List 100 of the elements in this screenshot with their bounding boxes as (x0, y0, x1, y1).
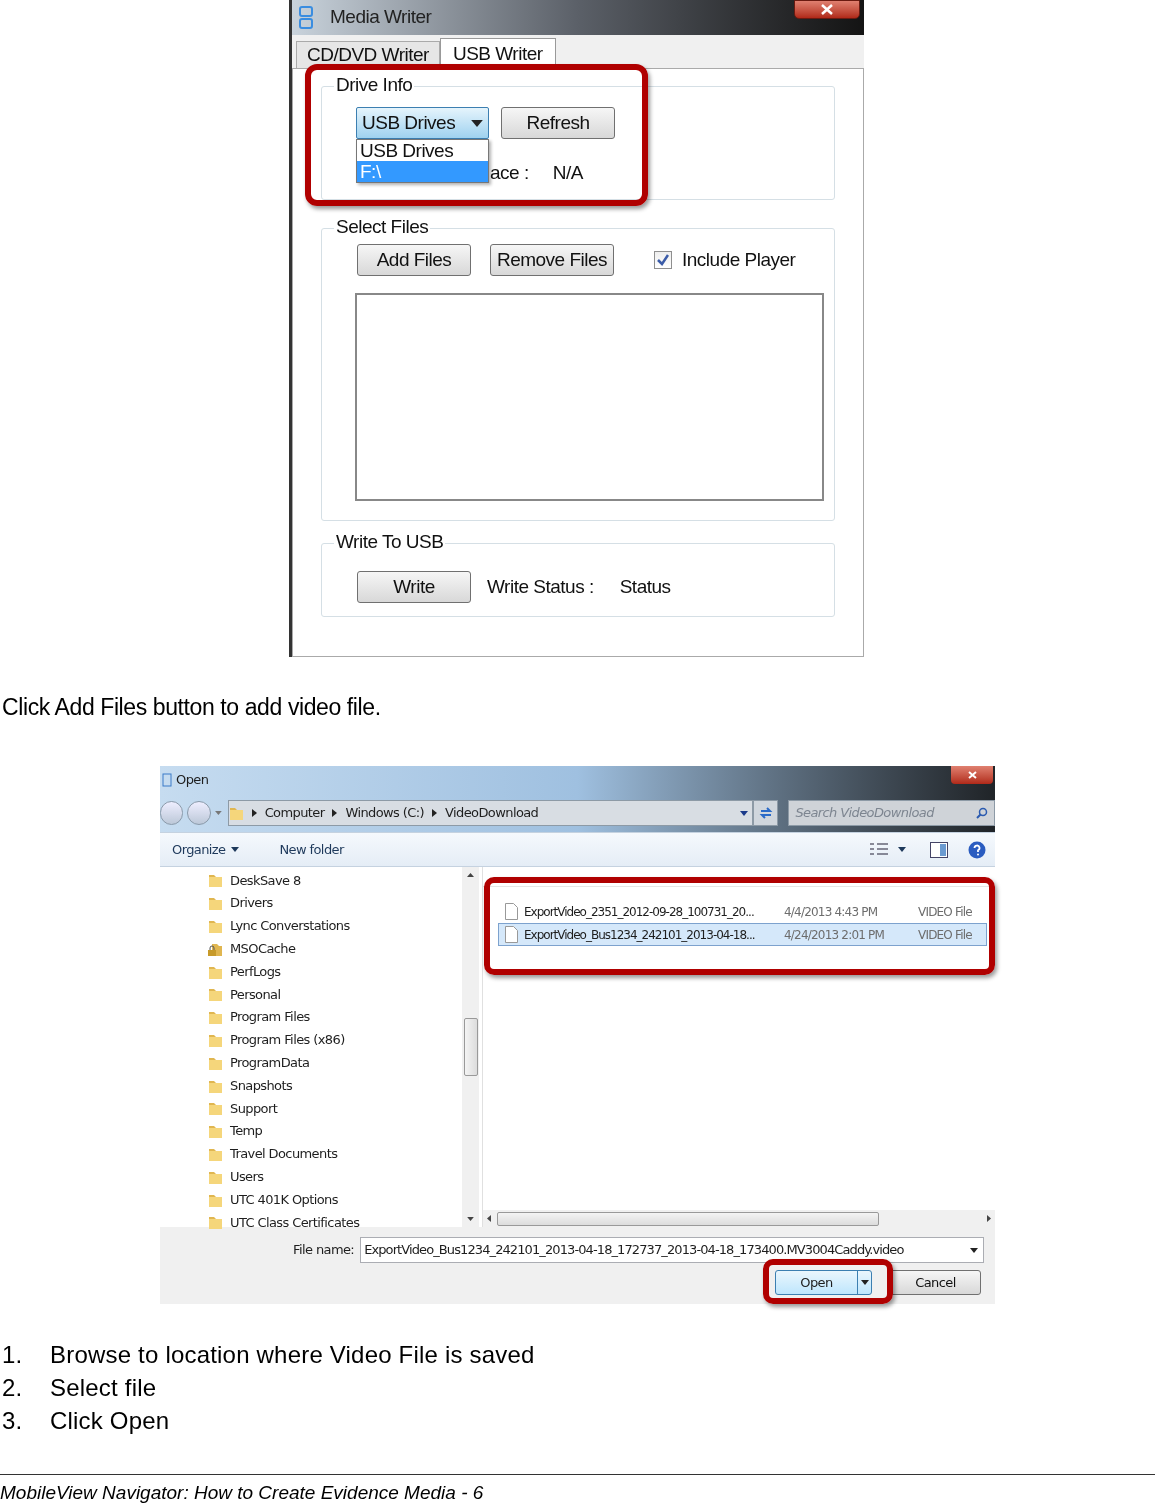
history-caret-icon (214, 811, 222, 815)
folder-icon (208, 1214, 223, 1231)
folder-name: Users (230, 1168, 264, 1186)
new-folder-button[interactable]: New folder (279, 839, 344, 860)
refresh-icon (758, 806, 773, 820)
step-text: Browse to location where Video File is saved (50, 1341, 535, 1368)
folder-item[interactable]: PerfLogs (208, 960, 462, 983)
folder-item[interactable]: Program Files (208, 1005, 462, 1029)
folder-icon (208, 1123, 223, 1140)
checkbox-label: Include Player (682, 247, 796, 272)
view-list-icon (870, 843, 888, 856)
folder-name: DeskSave 8 (230, 871, 301, 890)
folder-item[interactable]: Lync Converstations (208, 914, 462, 938)
folder-icon (228, 805, 244, 821)
folder-item[interactable]: Temp (208, 1119, 462, 1143)
dropdown-option[interactable]: USB Drives (357, 140, 488, 161)
folder-item[interactable]: DeskSave 8 (208, 869, 462, 892)
scroll-left-icon (487, 1215, 491, 1222)
close-button[interactable] (951, 766, 993, 784)
folder-name: Travel Documents (230, 1145, 338, 1164)
scrollbar-thumb[interactable] (463, 1018, 478, 1076)
refresh-button[interactable]: Refresh (501, 107, 615, 139)
folder-item[interactable]: UTC 401K Options (208, 1188, 462, 1211)
file-date: 4/4/2013 4:43 PM (784, 903, 879, 921)
breadcrumb-item[interactable]: Windows (C:) (345, 803, 425, 823)
close-button[interactable] (794, 0, 860, 19)
dialog-title: Open (176, 771, 209, 790)
file-type: VIDEO File (918, 926, 973, 944)
refresh-button[interactable] (753, 800, 779, 826)
folder-item[interactable]: Users (208, 1165, 462, 1189)
folder-item[interactable]: Program Files (x86) (208, 1028, 462, 1052)
caret-icon (231, 847, 240, 852)
folder-name: ProgramData (230, 1054, 310, 1072)
step-number: 1. (1, 1341, 24, 1368)
write-button[interactable]: Write (357, 571, 471, 603)
folder-name: Personal (230, 985, 281, 1004)
step-text: Select file (50, 1374, 157, 1401)
file-row[interactable]: ExportVideo_Bus1234_242101_2013-04-18... 4/24/2013 2:01 PM VIDEO File (498, 923, 987, 946)
folder-name: UTC 401K Options (230, 1190, 338, 1209)
horizontal-scrollbar[interactable] (483, 1210, 995, 1227)
folder-item[interactable]: Personal (208, 983, 462, 1006)
folder-item[interactable]: Support (208, 1096, 462, 1120)
forward-button[interactable] (187, 801, 211, 825)
folder-name: UTC Class Certificates (230, 1213, 360, 1232)
folder-item[interactable]: ProgramData (208, 1051, 462, 1075)
caret-icon (970, 1247, 979, 1253)
file-name-field[interactable]: ExportVideo_Bus1234_242101_2013-04-18_172737_2013-04-18_173400.MV3004Caddy.video (360, 1237, 985, 1263)
scrollbar-thumb[interactable] (497, 1211, 879, 1226)
breadcrumb-item[interactable]: VideoDownload (445, 803, 539, 823)
file-name-value: ExportVideo_Bus1234_242101_2013-04-18_172737_2013-04-18_173400.MV3004Caddy.video (364, 1241, 904, 1260)
checkbox[interactable] (654, 251, 672, 269)
step-number: 3. (1, 1407, 24, 1434)
write-status-value: Status (619, 574, 671, 599)
view-button[interactable] (870, 843, 906, 856)
file-row[interactable]: ExportVideo_2351_2012-09-28_100731_20... 4/4/2013 4:43 PM VIDEO File (498, 900, 987, 923)
free-space-value: N/A (552, 161, 583, 185)
folder-icon (208, 872, 223, 889)
folder-item[interactable]: Drivers (208, 891, 462, 915)
free-space-label: ace : (490, 161, 529, 185)
vertical-scrollbar[interactable] (462, 867, 479, 1227)
folder-name: MSOCache (230, 940, 296, 959)
breadcrumb-item[interactable]: Computer (264, 803, 325, 823)
close-icon (821, 4, 833, 15)
folder-item[interactable]: UTC Class Certificates (208, 1210, 462, 1234)
folder-name: Program Files (230, 1008, 310, 1027)
step-number: 2. (1, 1374, 24, 1401)
folder-icon (208, 918, 223, 934)
address-bar[interactable]: Computer Windows (C:) VideoDownload (227, 800, 754, 826)
help-button[interactable] (968, 840, 986, 859)
folder-name: Drivers (230, 894, 273, 913)
back-button[interactable] (160, 801, 184, 825)
checkmark-icon (657, 254, 669, 266)
action-button[interactable]: Add Files (357, 244, 471, 276)
folder-name: Support (230, 1099, 278, 1118)
close-icon (967, 771, 977, 779)
action-button[interactable]: Remove Files (490, 244, 614, 276)
app-icon (162, 773, 172, 787)
cancel-button[interactable]: Cancel (890, 1270, 981, 1295)
caret-icon (898, 847, 906, 852)
dropdown[interactable]: USB Drives (356, 107, 489, 139)
file-date: 4/24/2013 2:01 PM (784, 926, 886, 944)
dropdown-caret-icon (740, 810, 749, 816)
folder-item[interactable]: Snapshots (208, 1074, 462, 1097)
write-status-label: Write Status : (487, 574, 594, 599)
scroll-up-icon (467, 873, 474, 877)
file-icon (505, 903, 518, 920)
scroll-down-icon (467, 1217, 474, 1221)
preview-pane-button[interactable] (930, 841, 948, 858)
folder-name: Program Files (x86) (230, 1031, 345, 1050)
folder-item[interactable]: Travel Documents (208, 1142, 462, 1166)
folder-icon (208, 1100, 223, 1117)
search-icon (976, 807, 988, 819)
file-name: ExportVideo_Bus1234_242101_2013-04-18... (524, 926, 755, 944)
folder-name: PerfLogs (230, 962, 281, 981)
folder-item[interactable]: MSOCache (208, 937, 462, 961)
chevron-right-icon (332, 809, 338, 817)
open-button[interactable]: Open (775, 1270, 872, 1295)
file-name-label: File name: (293, 1241, 355, 1260)
caret-icon (860, 1280, 869, 1285)
organize-button[interactable]: Organize (172, 839, 240, 860)
